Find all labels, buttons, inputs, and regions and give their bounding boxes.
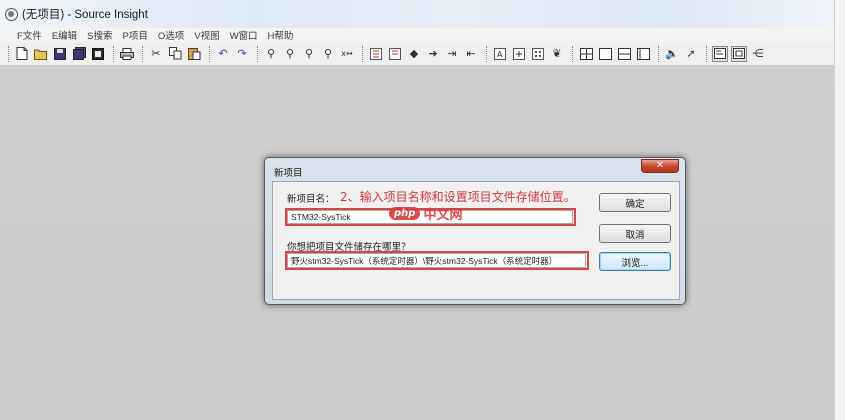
toolbar-separator [113, 45, 116, 62]
watermark-text: 中文网 [423, 208, 463, 223]
toolbar-separator [209, 45, 212, 62]
menu-file[interactable]: F文件 [17, 28, 42, 42]
watermark: php 中文网 [389, 204, 462, 223]
project-name-label: 新项目名： [287, 194, 335, 205]
jump-next-icon[interactable]: ⇤ [463, 46, 479, 62]
menu-help[interactable]: H帮助 [268, 28, 294, 42]
bookmark-icon[interactable] [368, 46, 384, 62]
context-window-icon[interactable] [712, 45, 728, 62]
browse-project-icon[interactable]: ❦ [549, 46, 565, 62]
open-folder-icon[interactable] [33, 46, 49, 62]
toolbar: ✂ ↶ ↷ ⚲ ⚲ ⚲ ⚲ x↔ ◆ ➜ ⇥ ⇤ A ❦ 🔈 ➚ ⋲ [0, 42, 834, 66]
browse-button[interactable]: 浏览... [599, 252, 671, 271]
dialog-title: 新项目 [274, 168, 303, 179]
title-bar[interactable]: (无项目) - Source Insight [0, 0, 834, 28]
menu-project[interactable]: P项目 [123, 28, 148, 42]
undo-icon[interactable]: ↶ [215, 46, 231, 62]
layout-grid-icon[interactable] [578, 46, 594, 62]
save-icon[interactable] [52, 46, 68, 62]
watermark-badge: php [389, 207, 421, 220]
toolbar-toggle-icon[interactable] [731, 45, 747, 62]
save-all-icon[interactable] [71, 46, 87, 62]
project-path-input[interactable]: 野火stm32-SysTick（系统定时器）\野火stm32-SysTick（系… [287, 253, 586, 268]
print-icon[interactable] [119, 46, 135, 62]
find-next-icon[interactable]: ⚲ [301, 46, 317, 62]
cancel-button[interactable]: 取消 [599, 224, 671, 243]
pointer-icon[interactable]: ➚ [683, 46, 699, 62]
project-window-icon[interactable] [530, 46, 546, 62]
lookup-references-icon[interactable]: ⚲ [320, 46, 336, 62]
single-window-icon[interactable] [597, 46, 613, 62]
source-insight-window: (无项目) - Source Insight F文件 E编辑 S搜索 P项目 O… [0, 0, 834, 420]
menu-view[interactable]: V视图 [194, 28, 219, 42]
menu-search[interactable]: S搜索 [87, 28, 112, 42]
menu-window[interactable]: W窗口 [230, 28, 258, 42]
cut-icon[interactable]: ✂ [148, 46, 164, 62]
close-file-icon[interactable] [90, 46, 106, 62]
split-horizontal-icon[interactable] [616, 46, 632, 62]
new-project-dialog: 新项目 ✕ 新项目名： 2、输入项目名称和设置项目文件存储位置。 STM32-S… [264, 157, 686, 305]
menu-options[interactable]: O选项 [158, 28, 184, 42]
more-icon[interactable]: ⋲ [750, 46, 766, 62]
toolbar-separator [486, 45, 489, 62]
toolbar-grip[interactable] [8, 45, 11, 62]
menu-bar: F文件 E编辑 S搜索 P项目 O选项 V视图 W窗口 H帮助 [0, 28, 834, 42]
paste-icon[interactable] [186, 46, 202, 62]
menu-edit[interactable]: E编辑 [52, 28, 77, 42]
redo-icon[interactable]: ↷ [234, 46, 250, 62]
go-back-icon[interactable]: ◆ [406, 46, 422, 62]
ok-button[interactable]: 确定 [599, 193, 671, 212]
find-previous-icon[interactable]: ⚲ [282, 46, 298, 62]
toolbar-separator [658, 45, 661, 62]
desktop-edge [834, 0, 845, 420]
close-button[interactable]: ✕ [641, 159, 679, 173]
toolbar-separator [257, 45, 260, 62]
go-forward-icon[interactable]: ➜ [425, 46, 441, 62]
toolbar-separator [572, 45, 575, 62]
copy-icon[interactable] [167, 46, 183, 62]
annotation-text: 2、输入项目名称和设置项目文件存储位置。 [340, 190, 576, 204]
bookmark-list-icon[interactable] [387, 46, 403, 62]
dialog-body: 新项目名： 2、输入项目名称和设置项目文件存储位置。 STM32-SysTick… [272, 181, 680, 300]
window-title: (无项目) - Source Insight [22, 9, 148, 21]
symbol-window-icon[interactable]: A [492, 46, 508, 62]
close-icon: ✕ [655, 160, 665, 171]
app-icon [5, 7, 18, 21]
relation-window-icon[interactable] [511, 46, 527, 62]
find-icon[interactable]: ⚲ [263, 46, 279, 62]
jump-prev-icon[interactable]: ⇥ [444, 46, 460, 62]
new-file-icon[interactable] [14, 46, 30, 62]
toolbar-separator [706, 45, 709, 62]
toolbar-separator [362, 45, 365, 62]
toolbar-separator [142, 45, 145, 62]
replace-icon[interactable]: x↔ [339, 46, 355, 62]
svg-text:A: A [497, 50, 503, 59]
speaker-icon[interactable]: 🔈 [664, 46, 680, 62]
split-vertical-icon[interactable] [635, 46, 651, 62]
